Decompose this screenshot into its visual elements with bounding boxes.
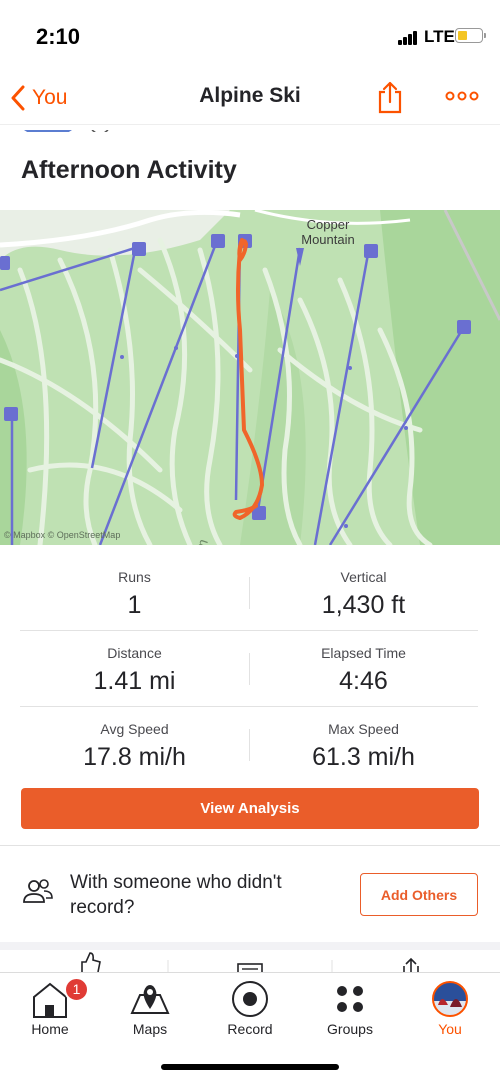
notification-badge: 1 bbox=[64, 977, 89, 1002]
status-bar: 2:10 LTE bbox=[0, 0, 500, 72]
stat-vertical: Vertical 1,430 ft bbox=[249, 555, 478, 620]
activity-map[interactable]: m bbox=[0, 210, 500, 545]
page-title: Alpine Ski bbox=[199, 84, 301, 107]
tab-you[interactable]: You bbox=[400, 973, 500, 1043]
activity-title: Afternoon Activity bbox=[21, 156, 237, 184]
share-icon bbox=[378, 81, 402, 114]
stat-label: Max Speed bbox=[328, 721, 399, 737]
back-label: You bbox=[32, 86, 68, 109]
stat-value: 17.8 mi/h bbox=[83, 743, 186, 771]
tab-label: Home bbox=[31, 1021, 69, 1037]
tab-home[interactable]: 1 Home bbox=[0, 973, 100, 1043]
stat-label: Runs bbox=[118, 569, 151, 585]
social-actions-peek bbox=[0, 950, 500, 972]
map-attribution: © Mapbox © OpenStreetMap bbox=[4, 530, 121, 540]
people-icon bbox=[23, 879, 53, 903]
stat-label: Vertical bbox=[340, 569, 387, 585]
stat-value: 1,430 ft bbox=[321, 591, 406, 619]
stat-value: 1.41 mi bbox=[93, 667, 176, 695]
signal-icon bbox=[398, 31, 418, 45]
home-indicator bbox=[161, 1064, 339, 1070]
more-icon bbox=[445, 91, 479, 101]
stat-value: 4:46 bbox=[339, 667, 388, 695]
athlete-avatar bbox=[24, 130, 72, 132]
stat-label: Distance bbox=[107, 645, 162, 661]
stat-value: 61.3 mi/h bbox=[312, 743, 415, 771]
avatar bbox=[432, 981, 468, 1017]
status-time: 2:10 bbox=[36, 24, 81, 49]
map-canvas: m bbox=[0, 210, 500, 545]
stat-elapsed-time: Elapsed Time 4:46 bbox=[249, 631, 478, 696]
comment-icon[interactable] bbox=[237, 963, 263, 972]
section-gap bbox=[0, 942, 500, 950]
record-icon bbox=[232, 981, 268, 1017]
tab-label: Groups bbox=[327, 1021, 373, 1037]
battery-icon bbox=[455, 28, 483, 43]
nav-bar: You Alpine Ski bbox=[0, 72, 500, 124]
record-prompt-text: With someone who didn't record? bbox=[70, 872, 282, 918]
stat-distance: Distance 1.41 mi bbox=[20, 631, 249, 696]
share-button[interactable] bbox=[376, 80, 404, 114]
chevron-left-icon bbox=[11, 85, 25, 111]
tab-label: You bbox=[438, 1021, 462, 1037]
stat-avg-speed: Avg Speed 17.8 mi/h bbox=[20, 707, 249, 772]
kudos-icon[interactable] bbox=[81, 952, 101, 972]
stat-label: Elapsed Time bbox=[321, 645, 406, 661]
stat-label: Avg Speed bbox=[100, 721, 169, 737]
record-prompt: With someone who didn't record? Add Othe… bbox=[0, 846, 500, 942]
view-analysis-button[interactable]: View Analysis bbox=[21, 788, 479, 829]
stat-runs: Runs 1 bbox=[20, 555, 249, 620]
tab-groups[interactable]: Groups bbox=[300, 973, 400, 1043]
map-icon bbox=[130, 985, 170, 1014]
scrolled-header-peek bbox=[0, 124, 500, 132]
stats-row-2: Distance 1.41 mi Elapsed Time 4:46 bbox=[20, 631, 478, 707]
stats-row-1: Runs 1 Vertical 1,430 ft bbox=[20, 555, 478, 631]
tab-record[interactable]: Record bbox=[200, 973, 300, 1043]
add-others-button[interactable]: Add Others bbox=[360, 873, 478, 916]
stat-value: 1 bbox=[127, 591, 142, 619]
stat-max-speed: Max Speed 61.3 mi/h bbox=[249, 707, 478, 772]
map-place-label: Copper Mountain bbox=[301, 217, 355, 247]
tab-maps[interactable]: Maps bbox=[100, 973, 200, 1043]
tab-label: Record bbox=[227, 1021, 273, 1037]
tab-label: Maps bbox=[132, 1021, 168, 1037]
network-label: LTE bbox=[424, 27, 455, 46]
stats-row-3: Avg Speed 17.8 mi/h Max Speed 61.3 mi/h bbox=[20, 707, 478, 783]
back-button[interactable]: You bbox=[10, 80, 67, 116]
groups-icon bbox=[337, 986, 363, 1012]
share-activity-icon[interactable] bbox=[403, 957, 419, 972]
more-options-button[interactable] bbox=[444, 86, 480, 106]
